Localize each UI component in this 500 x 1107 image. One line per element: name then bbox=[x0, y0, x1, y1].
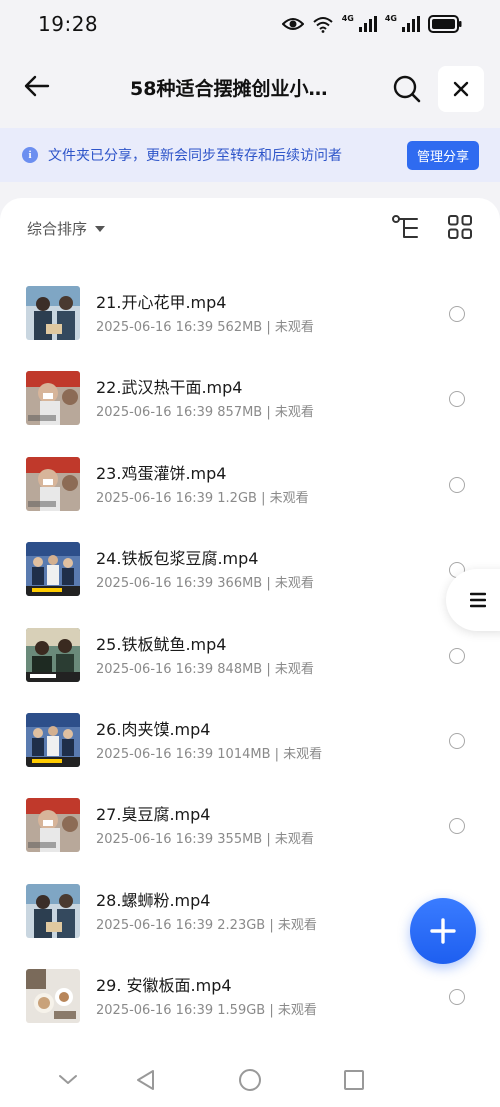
file-meta: 2025-06-16 16:39 1014MB | 未观看 bbox=[96, 746, 323, 762]
file-name: 28.螺蛳粉.mp4 bbox=[96, 890, 211, 910]
chevron-down-icon bbox=[59, 1075, 77, 1084]
tree-view-icon bbox=[392, 215, 418, 238]
file-list-item[interactable]: 22.武汉热干面.mp4 2025-06-16 16:39 857MB | 未观看 bbox=[0, 355, 500, 440]
nav-back-button[interactable] bbox=[134, 1068, 158, 1092]
select-radio[interactable] bbox=[449, 818, 465, 835]
back-triangle-icon bbox=[137, 1070, 154, 1090]
network-type-1: 4G bbox=[341, 13, 354, 23]
eye-icon bbox=[281, 18, 304, 30]
file-meta: 2025-06-16 16:39 366MB | 未观看 bbox=[96, 576, 314, 592]
file-list-item[interactable]: 27.臭豆腐.mp4 2025-06-16 16:39 355MB | 未观看 bbox=[0, 782, 500, 867]
header: 58种适合摆摊创业小… bbox=[0, 58, 500, 118]
file-name: 26.肉夹馍.mp4 bbox=[96, 719, 211, 739]
status-time: 19:28 bbox=[38, 12, 99, 36]
file-name: 29. 安徽板面.mp4 bbox=[96, 976, 232, 996]
home-circle-icon bbox=[239, 1069, 261, 1091]
close-icon bbox=[453, 81, 469, 97]
video-thumbnail bbox=[26, 798, 80, 853]
add-button[interactable] bbox=[410, 898, 476, 964]
sort-dropdown[interactable]: 综合排序 bbox=[27, 218, 106, 239]
file-list-item[interactable]: 29. 安徽板面.mp4 2025-06-16 16:39 1.59GB | 未观… bbox=[0, 953, 500, 1038]
video-thumbnail bbox=[26, 542, 80, 597]
select-radio[interactable] bbox=[449, 391, 465, 408]
close-button[interactable] bbox=[438, 66, 484, 112]
status-icons: 4G 4G bbox=[281, 13, 462, 33]
battery-icon bbox=[428, 15, 462, 33]
network-type-2: 4G bbox=[384, 13, 397, 23]
nav-home-button[interactable] bbox=[238, 1068, 262, 1092]
search-icon bbox=[393, 75, 421, 103]
signal-icon bbox=[358, 16, 377, 32]
file-list-item[interactable]: 24.铁板包浆豆腐.mp4 2025-06-16 16:39 366MB | 未观… bbox=[0, 526, 500, 611]
file-meta: 2025-06-16 16:39 355MB | 未观看 bbox=[96, 832, 314, 848]
tree-view-button[interactable] bbox=[391, 214, 421, 242]
nav-recents-button[interactable] bbox=[342, 1068, 366, 1092]
file-list-item[interactable]: 25.铁板鱿鱼.mp4 2025-06-16 16:39 848MB | 未观看 bbox=[0, 612, 500, 697]
file-list-item[interactable]: 21.开心花甲.mp4 2025-06-16 16:39 562MB | 未观看 bbox=[0, 270, 500, 355]
file-meta: 2025-06-16 16:39 848MB | 未观看 bbox=[96, 661, 314, 677]
select-radio[interactable] bbox=[449, 732, 465, 749]
nav-hide-button[interactable] bbox=[56, 1068, 80, 1092]
file-list-card: 综合排序 21.开心花甲.mp4 2025-06-16 16:39 562MB |… bbox=[0, 198, 500, 1107]
plus-icon bbox=[430, 918, 456, 944]
notice-text: 文件夹已分享，更新会同步至转存和后续访问者 bbox=[48, 148, 342, 164]
video-thumbnail bbox=[26, 883, 80, 938]
signal-icon bbox=[402, 16, 420, 32]
video-thumbnail bbox=[26, 286, 80, 340]
wifi-icon bbox=[313, 17, 333, 33]
select-radio[interactable] bbox=[449, 989, 465, 1006]
video-thumbnail bbox=[26, 627, 80, 682]
file-name: 21.开心花甲.mp4 bbox=[96, 293, 227, 312]
video-thumbnail bbox=[26, 969, 80, 1024]
info-icon: i bbox=[22, 147, 38, 163]
file-list-item[interactable]: 23.鸡蛋灌饼.mp4 2025-06-16 16:39 1.2GB | 未观看 bbox=[0, 441, 500, 526]
page-title: 58种适合摆摊创业小… bbox=[130, 78, 328, 100]
video-thumbnail bbox=[26, 371, 80, 426]
select-radio[interactable] bbox=[449, 647, 465, 664]
video-thumbnail bbox=[26, 712, 80, 767]
file-name: 25.铁板鱿鱼.mp4 bbox=[96, 634, 227, 654]
file-name: 27.臭豆腐.mp4 bbox=[96, 805, 211, 825]
menu-icon bbox=[470, 592, 486, 608]
file-meta: 2025-06-16 16:39 562MB | 未观看 bbox=[96, 320, 314, 335]
system-navigation-bar bbox=[0, 1052, 500, 1107]
recents-square-icon bbox=[344, 1070, 364, 1090]
file-meta: 2025-06-16 16:39 1.59GB | 未观看 bbox=[96, 1003, 317, 1019]
grid-view-icon bbox=[448, 215, 472, 239]
arrow-left-icon bbox=[24, 75, 50, 97]
back-button[interactable] bbox=[18, 68, 54, 104]
file-name: 24.铁板包浆豆腐.mp4 bbox=[96, 549, 259, 569]
share-notice-banner: i 文件夹已分享，更新会同步至转存和后续访问者 管理分享 bbox=[0, 128, 500, 182]
sort-label: 综合排序 bbox=[27, 220, 88, 238]
select-radio[interactable] bbox=[449, 306, 465, 322]
grid-view-button[interactable] bbox=[447, 214, 475, 242]
video-thumbnail bbox=[26, 456, 80, 511]
manage-share-button[interactable]: 管理分享 bbox=[406, 141, 479, 170]
select-radio[interactable] bbox=[449, 476, 465, 493]
side-menu-handle[interactable] bbox=[446, 569, 500, 631]
status-bar: 19:28 4G 4G bbox=[0, 0, 500, 48]
search-button[interactable] bbox=[388, 70, 426, 108]
caret-down-icon bbox=[95, 225, 106, 232]
file-meta: 2025-06-16 16:39 857MB | 未观看 bbox=[96, 405, 314, 421]
file-meta: 2025-06-16 16:39 1.2GB | 未观看 bbox=[96, 490, 309, 506]
file-name: 23.鸡蛋灌饼.mp4 bbox=[96, 463, 227, 483]
file-name: 22.武汉热干面.mp4 bbox=[96, 378, 243, 398]
file-meta: 2025-06-16 16:39 2.23GB | 未观看 bbox=[96, 917, 317, 933]
file-list-item[interactable]: 26.肉夹馍.mp4 2025-06-16 16:39 1014MB | 未观看 bbox=[0, 697, 500, 782]
